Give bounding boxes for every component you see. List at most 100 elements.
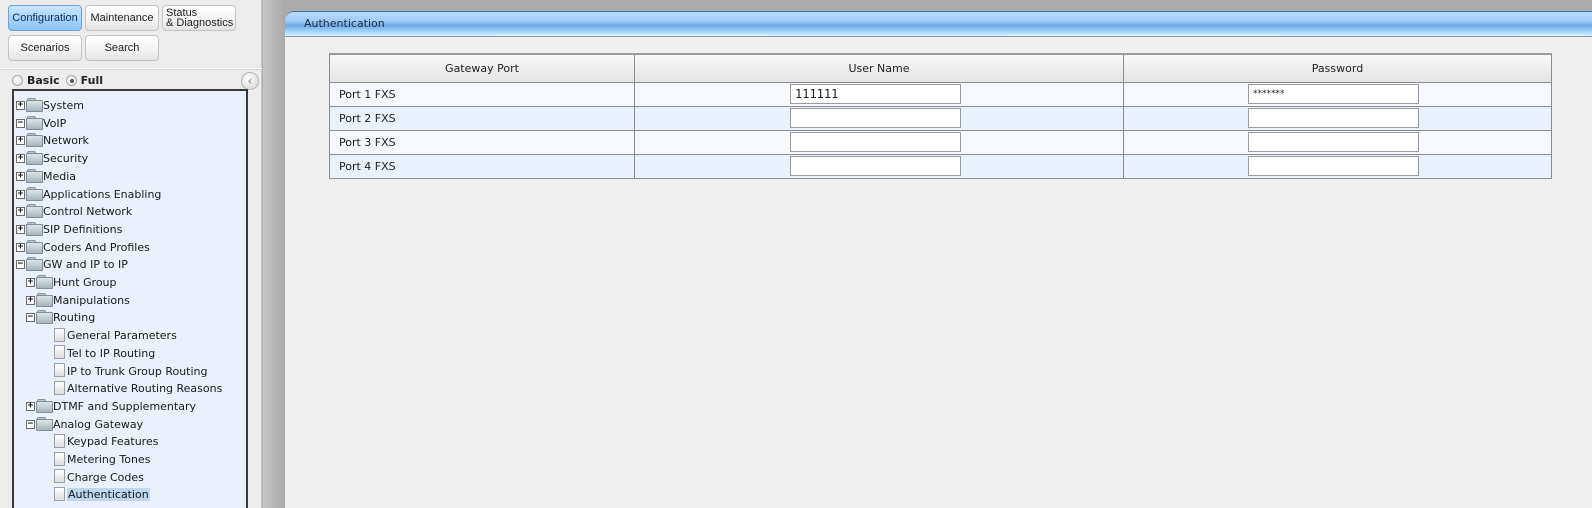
expand-icon[interactable]: + <box>26 295 35 305</box>
tree-item-label[interactable]: VoIP <box>43 117 66 130</box>
tree-item-label[interactable]: Control Network <box>43 205 132 218</box>
tree-item-label[interactable]: Applications Enabling <box>43 188 161 201</box>
tree-item-label[interactable]: Routing <box>53 311 95 324</box>
tree-folder-item[interactable]: + Network <box>16 132 89 149</box>
tree-folder-item[interactable]: + System <box>16 97 84 114</box>
tree-item-label[interactable]: Tel to IP Routing <box>67 347 155 360</box>
tree-item-label[interactable]: Hunt Group <box>53 276 117 289</box>
tree-page-item[interactable]: Alternative Routing Reasons <box>54 380 222 397</box>
nav-maintenance-button[interactable]: Maintenance <box>85 5 159 31</box>
expand-icon[interactable]: + <box>16 101 25 110</box>
tree-folder-item[interactable]: + Hunt Group <box>26 274 117 291</box>
tree-page-item[interactable]: IP to Trunk Group Routing <box>54 363 208 380</box>
navigation-tree: + System − VoIP + Network + Security + Media + Appl… <box>12 89 248 508</box>
tree-folder-item[interactable]: + Applications Enabling <box>16 186 161 203</box>
full-mode-radio[interactable] <box>65 74 77 86</box>
user-name-input[interactable] <box>790 107 961 128</box>
tree-item-label[interactable]: SIP Definitions <box>43 223 122 236</box>
password-cell <box>1123 129 1552 155</box>
tree-item-label[interactable]: DTMF and Supplementary <box>53 400 196 413</box>
tree-page-item[interactable]: Tel to IP Routing <box>54 345 155 362</box>
tree-page-item[interactable]: General Parameters <box>54 327 177 344</box>
tree-folder-item[interactable]: + Media <box>16 168 76 185</box>
tree-item-label[interactable]: Media <box>43 170 76 183</box>
password-input[interactable] <box>1248 131 1419 152</box>
page-icon <box>54 380 65 395</box>
tree-item-label[interactable]: Alternative Routing Reasons <box>67 382 222 395</box>
panel-splitter[interactable] <box>263 0 285 508</box>
tree-item-label[interactable]: Security <box>43 152 88 165</box>
collapse-icon[interactable]: − <box>26 419 35 429</box>
tree-folder-item[interactable]: + DTMF and Supplementary <box>26 398 196 415</box>
nav-search-button[interactable]: Search <box>85 35 159 61</box>
left-panel: Configuration Maintenance Status & Diagn… <box>0 0 262 508</box>
password-input[interactable] <box>1248 107 1419 128</box>
tree-folder-item[interactable]: − GW and IP to IP <box>16 256 128 273</box>
password-input[interactable] <box>1248 155 1419 176</box>
user-name-input[interactable] <box>790 83 961 104</box>
user-name-input[interactable] <box>790 131 961 152</box>
tree-item-label[interactable]: Authentication <box>67 488 150 502</box>
expand-icon[interactable]: + <box>16 189 25 199</box>
nav-configuration-button[interactable]: Configuration <box>8 5 82 31</box>
nav-scenarios-button[interactable]: Scenarios <box>8 35 82 61</box>
view-mode-selector: Basic Full <box>12 72 109 88</box>
expand-icon[interactable]: + <box>26 278 35 287</box>
tree-item-label[interactable]: Coders And Profiles <box>43 241 150 254</box>
tree-item-label[interactable]: Network <box>43 134 89 147</box>
password-cell <box>1123 105 1552 131</box>
header-user-name: User Name <box>634 53 1124 83</box>
tree-folder-item[interactable]: + Manipulations <box>26 292 130 309</box>
basic-mode-label[interactable]: Basic <box>27 74 60 87</box>
tree-item-label[interactable]: General Parameters <box>67 329 177 342</box>
collapse-panel-button[interactable]: ‹ <box>241 72 259 90</box>
expand-icon[interactable]: + <box>16 154 25 164</box>
expand-icon[interactable]: + <box>16 171 25 181</box>
collapse-icon[interactable]: − <box>16 260 25 270</box>
tree-item-label[interactable]: Charge Codes <box>67 471 144 484</box>
tree-folder-item[interactable]: − VoIP <box>16 115 66 132</box>
tree-folder-item[interactable]: − Routing <box>26 309 95 326</box>
collapse-icon[interactable]: − <box>16 118 25 128</box>
tree-folder-item[interactable]: + Security <box>16 150 88 167</box>
folder-icon <box>26 204 43 219</box>
page-icon <box>54 486 65 501</box>
tree-folder-item[interactable]: − Analog Gateway <box>26 416 143 433</box>
folder-icon <box>26 151 43 166</box>
tree-item-label[interactable]: GW and IP to IP <box>43 258 128 271</box>
tree-item-label[interactable]: System <box>43 99 84 112</box>
folder-icon <box>36 416 53 431</box>
tree-page-item[interactable]: Metering Tones <box>54 451 150 468</box>
full-mode-label[interactable]: Full <box>81 74 103 87</box>
folder-icon <box>26 221 43 236</box>
authentication-table: Gateway Port User Name Password Port 1 F… <box>329 53 1552 179</box>
tree-folder-item[interactable]: + Control Network <box>16 203 132 220</box>
tree-item-label[interactable]: Metering Tones <box>67 453 150 466</box>
tree-page-item[interactable]: Keypad Features <box>54 433 158 450</box>
port-cell: Port 3 FXS <box>329 129 635 155</box>
expand-icon[interactable]: + <box>26 401 35 411</box>
expand-icon[interactable]: + <box>16 224 25 234</box>
page-icon <box>54 433 65 448</box>
collapse-icon[interactable]: − <box>26 313 35 323</box>
user-name-input[interactable] <box>790 155 961 176</box>
expand-icon[interactable]: + <box>16 207 25 217</box>
tree-item-label[interactable]: Keypad Features <box>67 435 158 448</box>
basic-mode-radio[interactable] <box>12 74 23 86</box>
tree-page-item[interactable]: Charge Codes <box>54 469 144 486</box>
nav-status-diagnostics-button[interactable]: Status & Diagnostics <box>162 5 236 31</box>
nav-status-label-line2: & Diagnostics <box>166 17 234 29</box>
page-title: Authentication <box>304 17 385 30</box>
tree-page-item[interactable]: Authentication <box>54 486 150 503</box>
header-gateway-port: Gateway Port <box>329 53 635 83</box>
expand-icon[interactable]: + <box>16 136 25 146</box>
tree-item-label[interactable]: Manipulations <box>53 294 130 307</box>
tree-item-label[interactable]: IP to Trunk Group Routing <box>67 365 208 378</box>
expand-icon[interactable]: + <box>16 242 25 252</box>
port-cell: Port 1 FXS <box>329 81 635 107</box>
tree-folder-item[interactable]: + SIP Definitions <box>16 221 122 238</box>
password-input[interactable] <box>1248 83 1419 104</box>
tree-item-label[interactable]: Analog Gateway <box>53 418 143 431</box>
tree-folder-item[interactable]: + Coders And Profiles <box>16 239 150 256</box>
page-icon <box>54 363 65 377</box>
